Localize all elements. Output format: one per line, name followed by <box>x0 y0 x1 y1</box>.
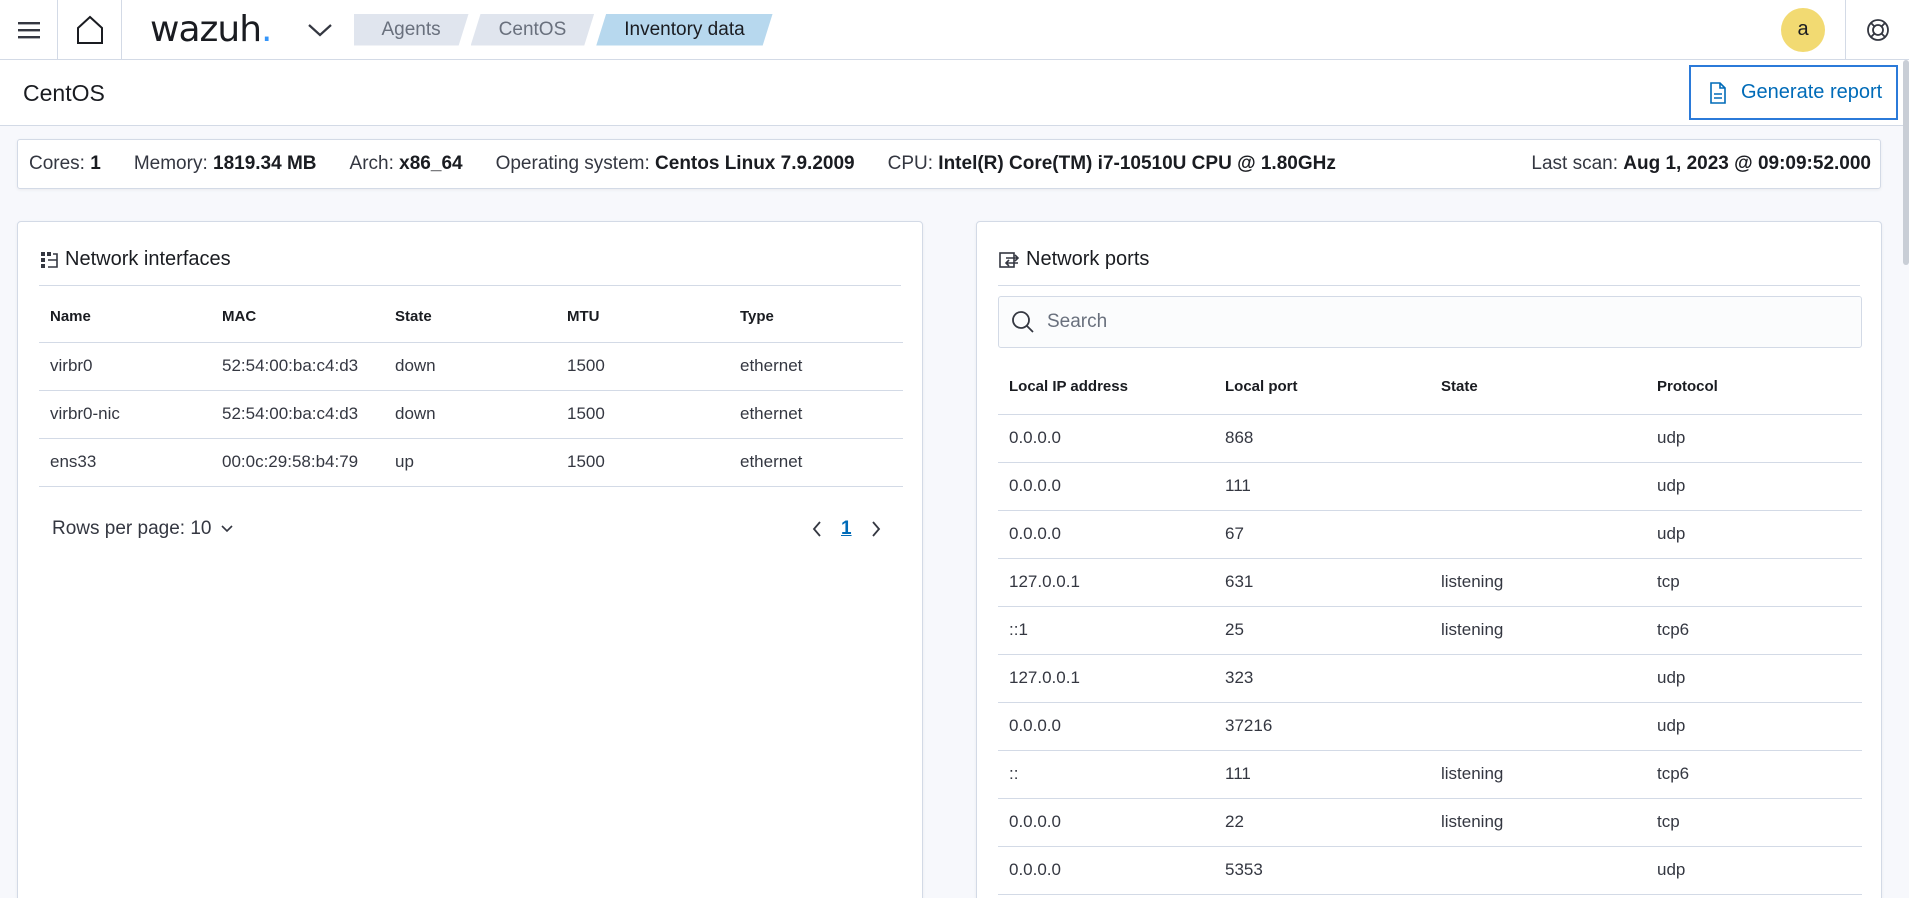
column-header-local-ip[interactable]: Local IP address <box>998 353 1214 415</box>
page-scrollbar[interactable] <box>1903 60 1909 265</box>
agent-info-bar: Cores: 1 Memory: 1819.34 MB Arch: x86_64… <box>17 139 1881 189</box>
logo-dot: . <box>261 9 272 50</box>
table-header-row: Name MAC State MTU Type <box>39 286 903 343</box>
table-row: 0.0.0.0 868 udp <box>998 414 1862 463</box>
ports-search-input[interactable] <box>1047 311 1827 333</box>
avatar[interactable]: a <box>1781 7 1825 52</box>
lifebuoy-icon <box>1866 18 1889 41</box>
network-interfaces-table: Name MAC State MTU Type virbr0 52:54:00:b… <box>39 286 903 487</box>
breadcrumb: Agents CentOS Inventory data <box>354 14 775 46</box>
chevron-down-icon <box>307 23 332 36</box>
table-row: ::1 25 listening tcp6 <box>998 606 1862 655</box>
table-row: 0.0.0.0 111 udp <box>998 462 1862 511</box>
generate-report-label: Generate report <box>1741 81 1883 103</box>
table-row: 127.0.0.1 323 udp <box>998 654 1862 703</box>
wazuh-logo[interactable]: wazuh. <box>150 9 273 50</box>
column-header-type[interactable]: Type <box>729 286 903 343</box>
column-header-mtu[interactable]: MTU <box>556 286 729 343</box>
memory-value: 1819.34 MB <box>213 153 317 174</box>
ports-search-field[interactable] <box>998 296 1862 348</box>
document-icon <box>1710 81 1726 104</box>
cpu-value: Intel(R) Core(TM) i7-10510U CPU @ 1.80GH… <box>938 153 1336 174</box>
column-header-protocol[interactable]: Protocol <box>1646 353 1862 415</box>
pagination: 1 <box>811 518 882 540</box>
table-row: 0.0.0.0 67 udp <box>998 510 1862 559</box>
breadcrumb-inventory-data: Inventory data <box>596 14 772 46</box>
network-interfaces-title: Network interfaces <box>39 248 231 271</box>
table-row: :: 111 listening tcp6 <box>998 750 1862 799</box>
table-row: 0.0.0.0 5353 udp <box>998 846 1862 895</box>
page-title: CentOS <box>23 80 105 106</box>
cpu-info: CPU: Intel(R) Core(TM) i7-10510U CPU @ 1… <box>887 153 1336 174</box>
home-button[interactable] <box>58 0 122 59</box>
column-header-mac[interactable]: MAC <box>211 286 384 343</box>
column-header-local-port[interactable]: Local port <box>1214 353 1430 415</box>
page-1-link[interactable]: 1 <box>841 518 852 540</box>
chevron-right-icon[interactable] <box>870 520 882 538</box>
rows-per-page-selector[interactable]: Rows per page: 10 <box>52 518 234 540</box>
table-row: 0.0.0.0 37216 udp <box>998 702 1862 751</box>
home-icon <box>76 15 103 44</box>
generate-report-button[interactable]: Generate report <box>1689 65 1898 120</box>
arch-value: x86_64 <box>399 153 463 174</box>
network-interfaces-panel: Network interfaces Name MAC State MTU Ty… <box>17 221 923 898</box>
table-row: ens33 00:0c:29:58:b4:79 up 1500 ethernet <box>39 438 903 487</box>
memory-info: Memory: 1819.34 MB <box>133 153 317 174</box>
last-scan-value: Aug 1, 2023 @ 09:09:52.000 <box>1623 153 1871 174</box>
network-ports-table: Local IP address Local port State Protoc… <box>998 353 1862 895</box>
arch-info: Arch: x86_64 <box>349 153 463 174</box>
network-ports-panel: Network ports Local IP address Local por… <box>976 221 1882 898</box>
breadcrumb-agents[interactable]: Agents <box>354 14 469 46</box>
column-header-state[interactable]: State <box>384 286 556 343</box>
hamburger-icon <box>17 21 40 38</box>
chevron-left-icon[interactable] <box>811 520 823 538</box>
cores-info: Cores: 1 <box>29 153 101 174</box>
table-row: 127.0.0.1 631 listening tcp <box>998 558 1862 607</box>
cores-value: 1 <box>90 153 101 174</box>
os-info: Operating system: Centos Linux 7.9.2009 <box>495 153 855 174</box>
os-value: Centos Linux 7.9.2009 <box>655 153 855 174</box>
table-header-row: Local IP address Local port State Protoc… <box>998 353 1862 415</box>
last-scan-info: Last scan: Aug 1, 2023 @ 09:09:52.000 <box>1531 153 1871 174</box>
top-header: wazuh. Agents CentOS Inventory data a <box>0 0 1909 60</box>
search-icon <box>1012 311 1034 333</box>
help-button[interactable] <box>1845 0 1909 59</box>
table-row: virbr0 52:54:00:ba:c4:d3 down 1500 ethernet <box>39 342 903 391</box>
table-row: 0.0.0.0 22 listening tcp <box>998 798 1862 847</box>
app-menu-toggle[interactable] <box>300 10 340 50</box>
logo-text: wazuh <box>150 9 262 50</box>
port-exchange-icon <box>999 251 1020 268</box>
column-header-state[interactable]: State <box>1430 353 1646 415</box>
table-row: virbr0-nic 52:54:00:ba:c4:d3 down 1500 ether… <box>39 390 903 439</box>
network-tree-icon <box>41 251 58 268</box>
chevron-down-icon <box>220 525 233 533</box>
title-bar: CentOS Generate report <box>0 60 1909 126</box>
menu-button[interactable] <box>0 0 58 59</box>
network-ports-title: Network ports <box>998 248 1149 271</box>
column-header-name[interactable]: Name <box>39 286 211 343</box>
breadcrumb-centos[interactable]: CentOS <box>471 14 595 46</box>
